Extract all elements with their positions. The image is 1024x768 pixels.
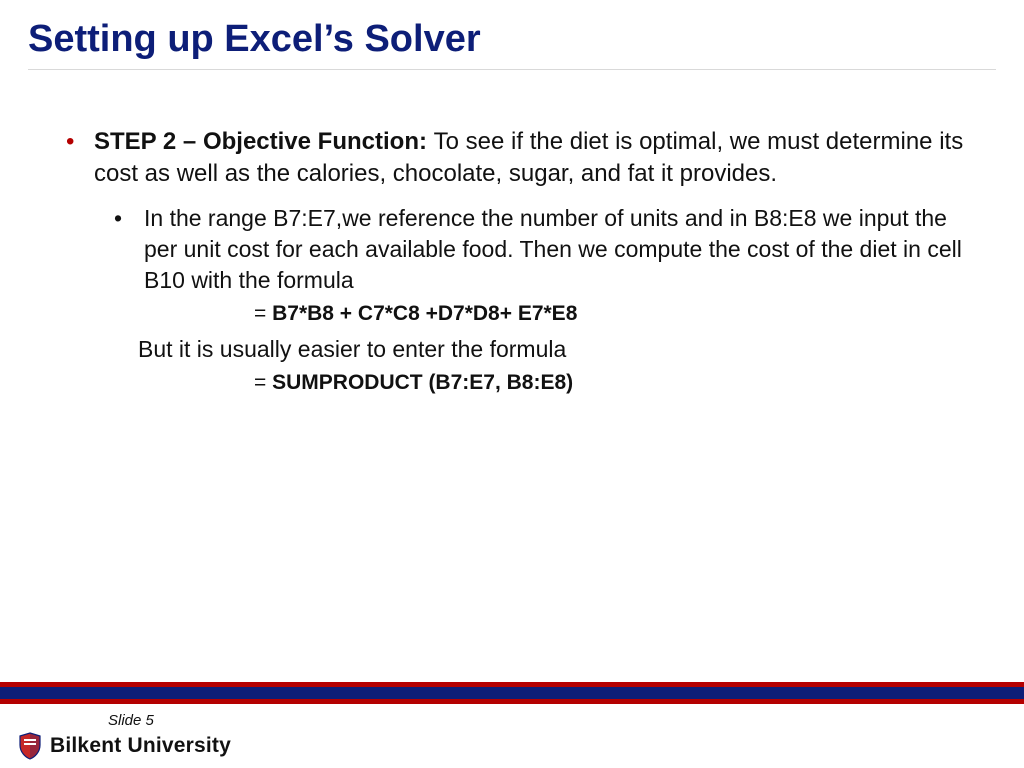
body-area: STEP 2 – Objective Function: To see if t… xyxy=(0,78,1024,398)
bullet-step2: STEP 2 – Objective Function: To see if t… xyxy=(60,126,964,398)
footer-bars xyxy=(0,682,1024,704)
bullet-range-text: In the range B7:E7,we reference the numb… xyxy=(144,205,962,293)
title-divider xyxy=(28,69,996,70)
shield-icon xyxy=(18,732,42,760)
formula1-body: B7*B8 + C7*C8 +D7*D8+ E7*E8 xyxy=(272,302,577,325)
level1-list: STEP 2 – Objective Function: To see if t… xyxy=(60,126,964,398)
slide-title: Setting up Excel’s Solver xyxy=(28,18,996,61)
bullet-step2-lead: STEP 2 – Objective Function: xyxy=(94,128,434,155)
followup-text: But it is usually easier to enter the fo… xyxy=(138,334,964,365)
formula-sumproduct: = SUMPRODUCT (B7:E7, B8:E8) xyxy=(254,369,964,397)
university-name: Bilkent University xyxy=(50,734,231,758)
formula-explicit: = B7*B8 + C7*C8 +D7*D8+ E7*E8 xyxy=(254,300,964,328)
formula2-body: SUMPRODUCT (B7:E7, B8:E8) xyxy=(272,371,573,394)
slide-number: Slide 5 xyxy=(108,712,154,729)
university-logo-row: Bilkent University xyxy=(18,732,231,760)
slide: Setting up Excel’s Solver STEP 2 – Objec… xyxy=(0,0,1024,768)
slide-label: Slide xyxy=(108,712,146,729)
slide-number-value: 5 xyxy=(146,712,154,729)
footer-bar-red-bottom xyxy=(0,699,1024,704)
title-area: Setting up Excel’s Solver xyxy=(0,0,1024,78)
bullet-range-explanation: In the range B7:E7,we reference the numb… xyxy=(94,203,964,296)
formula1-eq: = xyxy=(254,302,272,325)
level2-list: In the range B7:E7,we reference the numb… xyxy=(94,203,964,296)
footer-bar-navy xyxy=(0,687,1024,699)
formula2-eq: = xyxy=(254,371,272,394)
